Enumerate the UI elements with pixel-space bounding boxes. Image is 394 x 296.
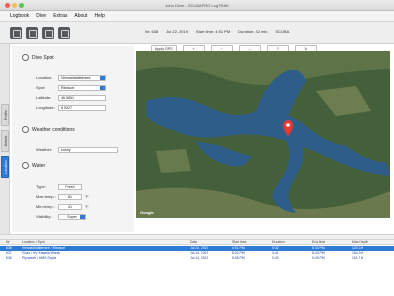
col-nr[interactable]: Nr (6, 240, 10, 245)
water-section: Water (22, 162, 45, 169)
location-select[interactable]: Vierwaldstättersee (58, 74, 106, 81)
col-end-time[interactable]: End time (312, 240, 325, 245)
col-start-time[interactable]: Start time (232, 240, 247, 245)
longitude-field[interactable]: 8.5327 (58, 104, 106, 111)
tab-location[interactable]: Location (1, 156, 9, 178)
col-location[interactable]: Location / Spot (22, 240, 45, 245)
dive-duration: Duration: 42 min (238, 29, 268, 34)
spot-select[interactable]: Riedsort (58, 84, 106, 91)
water-type-field[interactable]: Fresh (58, 183, 82, 190)
window-title: John Diver - SCUBAPRO LogTRAK (165, 3, 229, 8)
google-logo: Google (140, 210, 154, 215)
open-logbook-icon[interactable] (10, 27, 22, 39)
max-temp-row: Max.temp.: 81 °F (36, 193, 89, 200)
visibility-select[interactable]: Super (58, 213, 86, 220)
title-bar: John Diver - SCUBAPRO LogTRAK (0, 0, 394, 11)
menu-help[interactable]: Help (94, 13, 104, 19)
menu-bar: Logbook Dive Extras About Help (0, 11, 394, 22)
dive-info-strip: Nr: 638 Jul 22, 2019 Start time: 4:51 PM… (145, 29, 289, 34)
location-row: Location: Vierwaldstättersee (36, 74, 136, 81)
water-title: Water (32, 162, 46, 169)
tab-details[interactable]: Details (1, 130, 9, 152)
latitude-field[interactable]: 46.9851 (58, 94, 106, 101)
dive-spot-section: Dive Spot (22, 54, 54, 61)
max-temp-field[interactable]: 81 (58, 193, 82, 200)
dive-spot-title: Dive Spot (32, 54, 54, 61)
table-header: Nr Location / Spot Date Start time Durat… (0, 240, 394, 245)
print-icon[interactable] (42, 27, 54, 39)
min-temp-field[interactable]: 41 (58, 203, 82, 210)
dive-mode: SCUBA (275, 29, 290, 34)
toolbar: Nr: 638 Jul 22, 2019 Start time: 4:51 PM… (0, 22, 394, 44)
weather-section: Weather conditions (22, 126, 75, 133)
water-type-row: Type: Fresh (36, 183, 136, 190)
weather-field[interactable]: sunny (58, 146, 118, 153)
menu-logbook[interactable]: Logbook (10, 13, 29, 19)
dive-number: Nr: 638 (145, 29, 159, 34)
visibility-row: Visibility: Super (36, 213, 136, 220)
weather-row: Weather: sunny (36, 146, 136, 153)
min-temp-row: Min.temp.: 41 °F (36, 203, 89, 210)
col-date[interactable]: Date (190, 240, 197, 245)
col-max-depth[interactable]: Max Depth (352, 240, 368, 245)
cloud-icon (22, 126, 29, 133)
map-imagery (136, 51, 390, 218)
side-tab-bar: Location Details Profile (0, 44, 10, 234)
dive-start-time: Start time: 4:51 PM (195, 29, 231, 34)
col-duration[interactable]: Duration (272, 240, 285, 245)
menu-extras[interactable]: Extras (53, 13, 67, 19)
table-row[interactable]: 636 Plymouth / HMS Scylla Jul 14, 2019 5… (0, 256, 394, 261)
dive-date: Jul 22, 2019 (166, 29, 188, 34)
longitude-row: Longitude: 8.5327 (36, 104, 136, 111)
latitude-row: Latitude: 46.9851 (36, 94, 136, 101)
dive-list-table: Nr Location / Spot Date Start time Durat… (0, 240, 394, 296)
satellite-map[interactable]: Google (136, 51, 390, 218)
spot-row: Spot: Riedsort (36, 84, 136, 91)
menu-dive[interactable]: Dive (36, 13, 46, 19)
download-dives-icon[interactable] (26, 27, 38, 39)
settings-icon[interactable] (58, 27, 70, 39)
tab-profile[interactable]: Profile (1, 104, 9, 126)
weather-title: Weather conditions (32, 126, 75, 133)
water-icon (22, 162, 29, 169)
menu-about[interactable]: About (74, 13, 87, 19)
location-panel: Dive Spot Location: Vierwaldstättersee S… (12, 46, 134, 232)
dive-spot-icon (22, 54, 29, 61)
